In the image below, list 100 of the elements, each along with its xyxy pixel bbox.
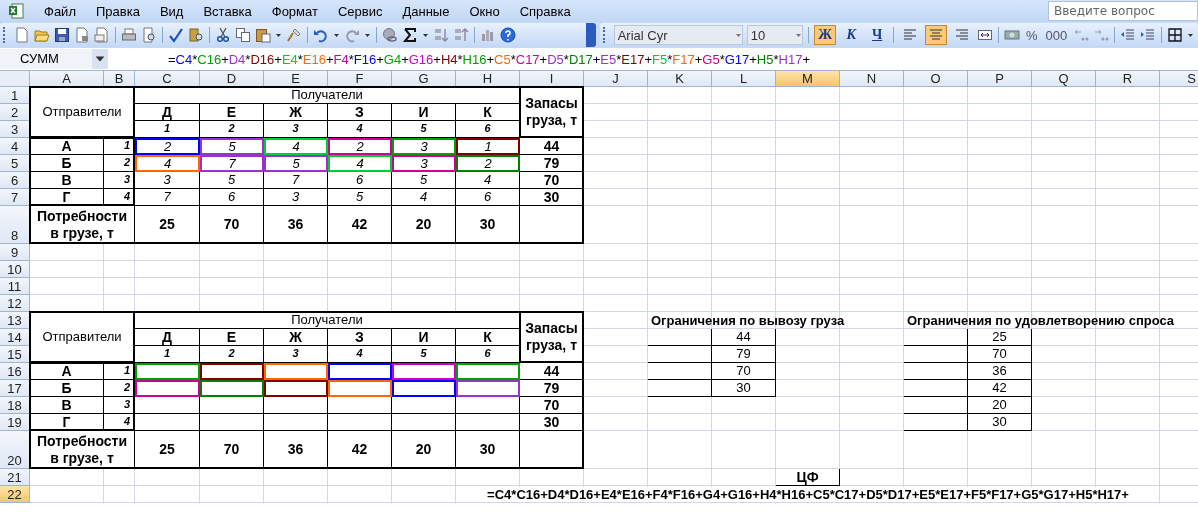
row-header[interactable]: 1 bbox=[0, 87, 30, 104]
row-header[interactable]: 9 bbox=[0, 244, 30, 261]
column-header[interactable]: S bbox=[1160, 71, 1198, 87]
row-header[interactable]: 8 bbox=[0, 206, 30, 244]
column-header[interactable]: P bbox=[968, 71, 1032, 87]
number-format-button[interactable]: % bbox=[1023, 27, 1040, 43]
row-header[interactable]: 11 bbox=[0, 278, 30, 295]
font-size-field[interactable]: 10 bbox=[746, 25, 804, 45]
table-cell: 5 bbox=[200, 138, 264, 155]
search-field[interactable]: Введите вопрос bbox=[1048, 1, 1198, 21]
column-header[interactable]: A bbox=[30, 71, 104, 87]
row-header[interactable]: 4 bbox=[0, 138, 30, 155]
name-box[interactable]: СУММ bbox=[0, 49, 92, 69]
increase-decimal-icon[interactable] bbox=[1073, 27, 1090, 43]
column-header[interactable]: L bbox=[712, 71, 776, 87]
sender-name: Б bbox=[30, 380, 104, 397]
column-header[interactable]: N bbox=[840, 71, 904, 87]
row-header[interactable]: 13 bbox=[0, 312, 30, 329]
row-header[interactable]: 6 bbox=[0, 172, 30, 189]
decrease-decimal-icon[interactable] bbox=[1093, 27, 1110, 43]
menu-item[interactable]: Вставка bbox=[193, 3, 262, 19]
column-header[interactable]: C bbox=[135, 71, 200, 87]
row-header[interactable]: 5 bbox=[0, 155, 30, 172]
hyperlink-icon[interactable] bbox=[382, 27, 398, 43]
menu-item[interactable]: Формат bbox=[261, 3, 328, 19]
merge-cells-icon[interactable] bbox=[977, 27, 994, 43]
table-cell: 70 bbox=[520, 397, 584, 414]
increase-indent-icon[interactable] bbox=[1140, 27, 1157, 43]
row-header[interactable]: 14 bbox=[0, 329, 30, 346]
row-header[interactable]: 7 bbox=[0, 189, 30, 206]
row-header[interactable]: 16 bbox=[0, 363, 30, 380]
row-header[interactable]: 15 bbox=[0, 346, 30, 363]
column-header[interactable]: H bbox=[456, 71, 520, 87]
align-left-icon bbox=[902, 27, 919, 43]
caret-icon[interactable] bbox=[92, 49, 108, 69]
menu-item[interactable]: Данные bbox=[392, 3, 460, 19]
print-preview-icon[interactable] bbox=[141, 27, 157, 43]
font-field[interactable]: Arial Cyr bbox=[613, 25, 743, 45]
table-cell: 42 bbox=[968, 380, 1032, 397]
print-icon[interactable] bbox=[121, 27, 137, 43]
column-header[interactable]: E bbox=[264, 71, 328, 87]
row-header[interactable]: 19 bbox=[0, 414, 30, 431]
column-header[interactable]: G bbox=[392, 71, 456, 87]
column-header[interactable]: R bbox=[1096, 71, 1160, 87]
currency-icon[interactable] bbox=[1003, 27, 1020, 43]
table-cell: 36 bbox=[968, 363, 1032, 380]
table-cell: 70 bbox=[520, 172, 584, 189]
table-cell: 5 bbox=[264, 155, 328, 172]
column-header[interactable]: D bbox=[200, 71, 264, 87]
decrease-indent-icon[interactable] bbox=[1120, 27, 1137, 43]
table-cell: 3 bbox=[135, 172, 200, 189]
row-header[interactable]: 18 bbox=[0, 397, 30, 414]
table-cell: 1 bbox=[456, 138, 520, 155]
align-center-button[interactable] bbox=[925, 25, 948, 45]
paste-icon[interactable] bbox=[255, 27, 271, 43]
sort-descending-icon[interactable] bbox=[453, 27, 469, 43]
column-header[interactable]: K bbox=[648, 71, 712, 87]
number-format-button[interactable]: 000 bbox=[1043, 27, 1070, 43]
column-header[interactable]: J bbox=[584, 71, 648, 87]
italic-button[interactable]: К bbox=[840, 25, 863, 45]
bold-button[interactable]: Ж bbox=[814, 25, 837, 45]
undo-icon[interactable] bbox=[313, 27, 329, 43]
menu-item[interactable]: Сервис bbox=[327, 3, 393, 19]
sender-number: 3 bbox=[104, 172, 135, 189]
research-icon[interactable] bbox=[188, 27, 204, 43]
column-header[interactable]: F bbox=[328, 71, 392, 87]
column-header[interactable]: I bbox=[520, 71, 584, 87]
format-painter-icon[interactable] bbox=[286, 27, 302, 43]
sender-number: 2 bbox=[104, 380, 135, 397]
copy-icon[interactable] bbox=[235, 27, 251, 43]
table-cell: 5 bbox=[328, 189, 392, 206]
row-header[interactable]: 12 bbox=[0, 295, 30, 312]
row-header[interactable]: 22 bbox=[0, 486, 30, 503]
menu-item[interactable]: Вид bbox=[149, 3, 194, 19]
row-header[interactable]: 20 bbox=[0, 431, 30, 469]
spreadsheet-icon[interactable] bbox=[8, 3, 24, 19]
sum-icon[interactable] bbox=[402, 27, 418, 43]
row-header[interactable]: 3 bbox=[0, 121, 30, 138]
borders-icon[interactable] bbox=[1167, 27, 1183, 43]
new-document-icon[interactable] bbox=[14, 27, 30, 43]
row-header[interactable]: 21 bbox=[0, 469, 30, 486]
row-header[interactable]: 17 bbox=[0, 380, 30, 397]
save-icon[interactable] bbox=[54, 27, 70, 43]
column-header[interactable]: O bbox=[904, 71, 968, 87]
column-header[interactable]: B bbox=[104, 71, 135, 87]
menu-item[interactable]: Правка bbox=[85, 3, 150, 19]
row-header[interactable]: 10 bbox=[0, 261, 30, 278]
help-icon[interactable] bbox=[500, 27, 516, 43]
row-header[interactable]: 2 bbox=[0, 104, 30, 121]
underline-button[interactable]: Ч bbox=[866, 25, 889, 45]
menu-item[interactable]: Справка bbox=[509, 3, 581, 19]
column-header[interactable]: M bbox=[776, 71, 840, 87]
column-header[interactable]: Q bbox=[1032, 71, 1096, 87]
formula-field[interactable]: =C4*C16+D4*D16+E4*E16+F4*F16+G4+G16+H4*H16+C5*C17+D5*D17+E5*E17+F5*F17+G5*G17+H5*H17+ bbox=[168, 51, 810, 67]
cut-icon[interactable] bbox=[215, 27, 231, 43]
email-icon[interactable] bbox=[94, 27, 110, 43]
sender-number: 3 bbox=[104, 397, 135, 414]
menu-item[interactable]: Окно bbox=[459, 3, 510, 19]
menu-item[interactable]: Файл bbox=[34, 3, 86, 19]
spellcheck-icon[interactable] bbox=[168, 27, 184, 43]
